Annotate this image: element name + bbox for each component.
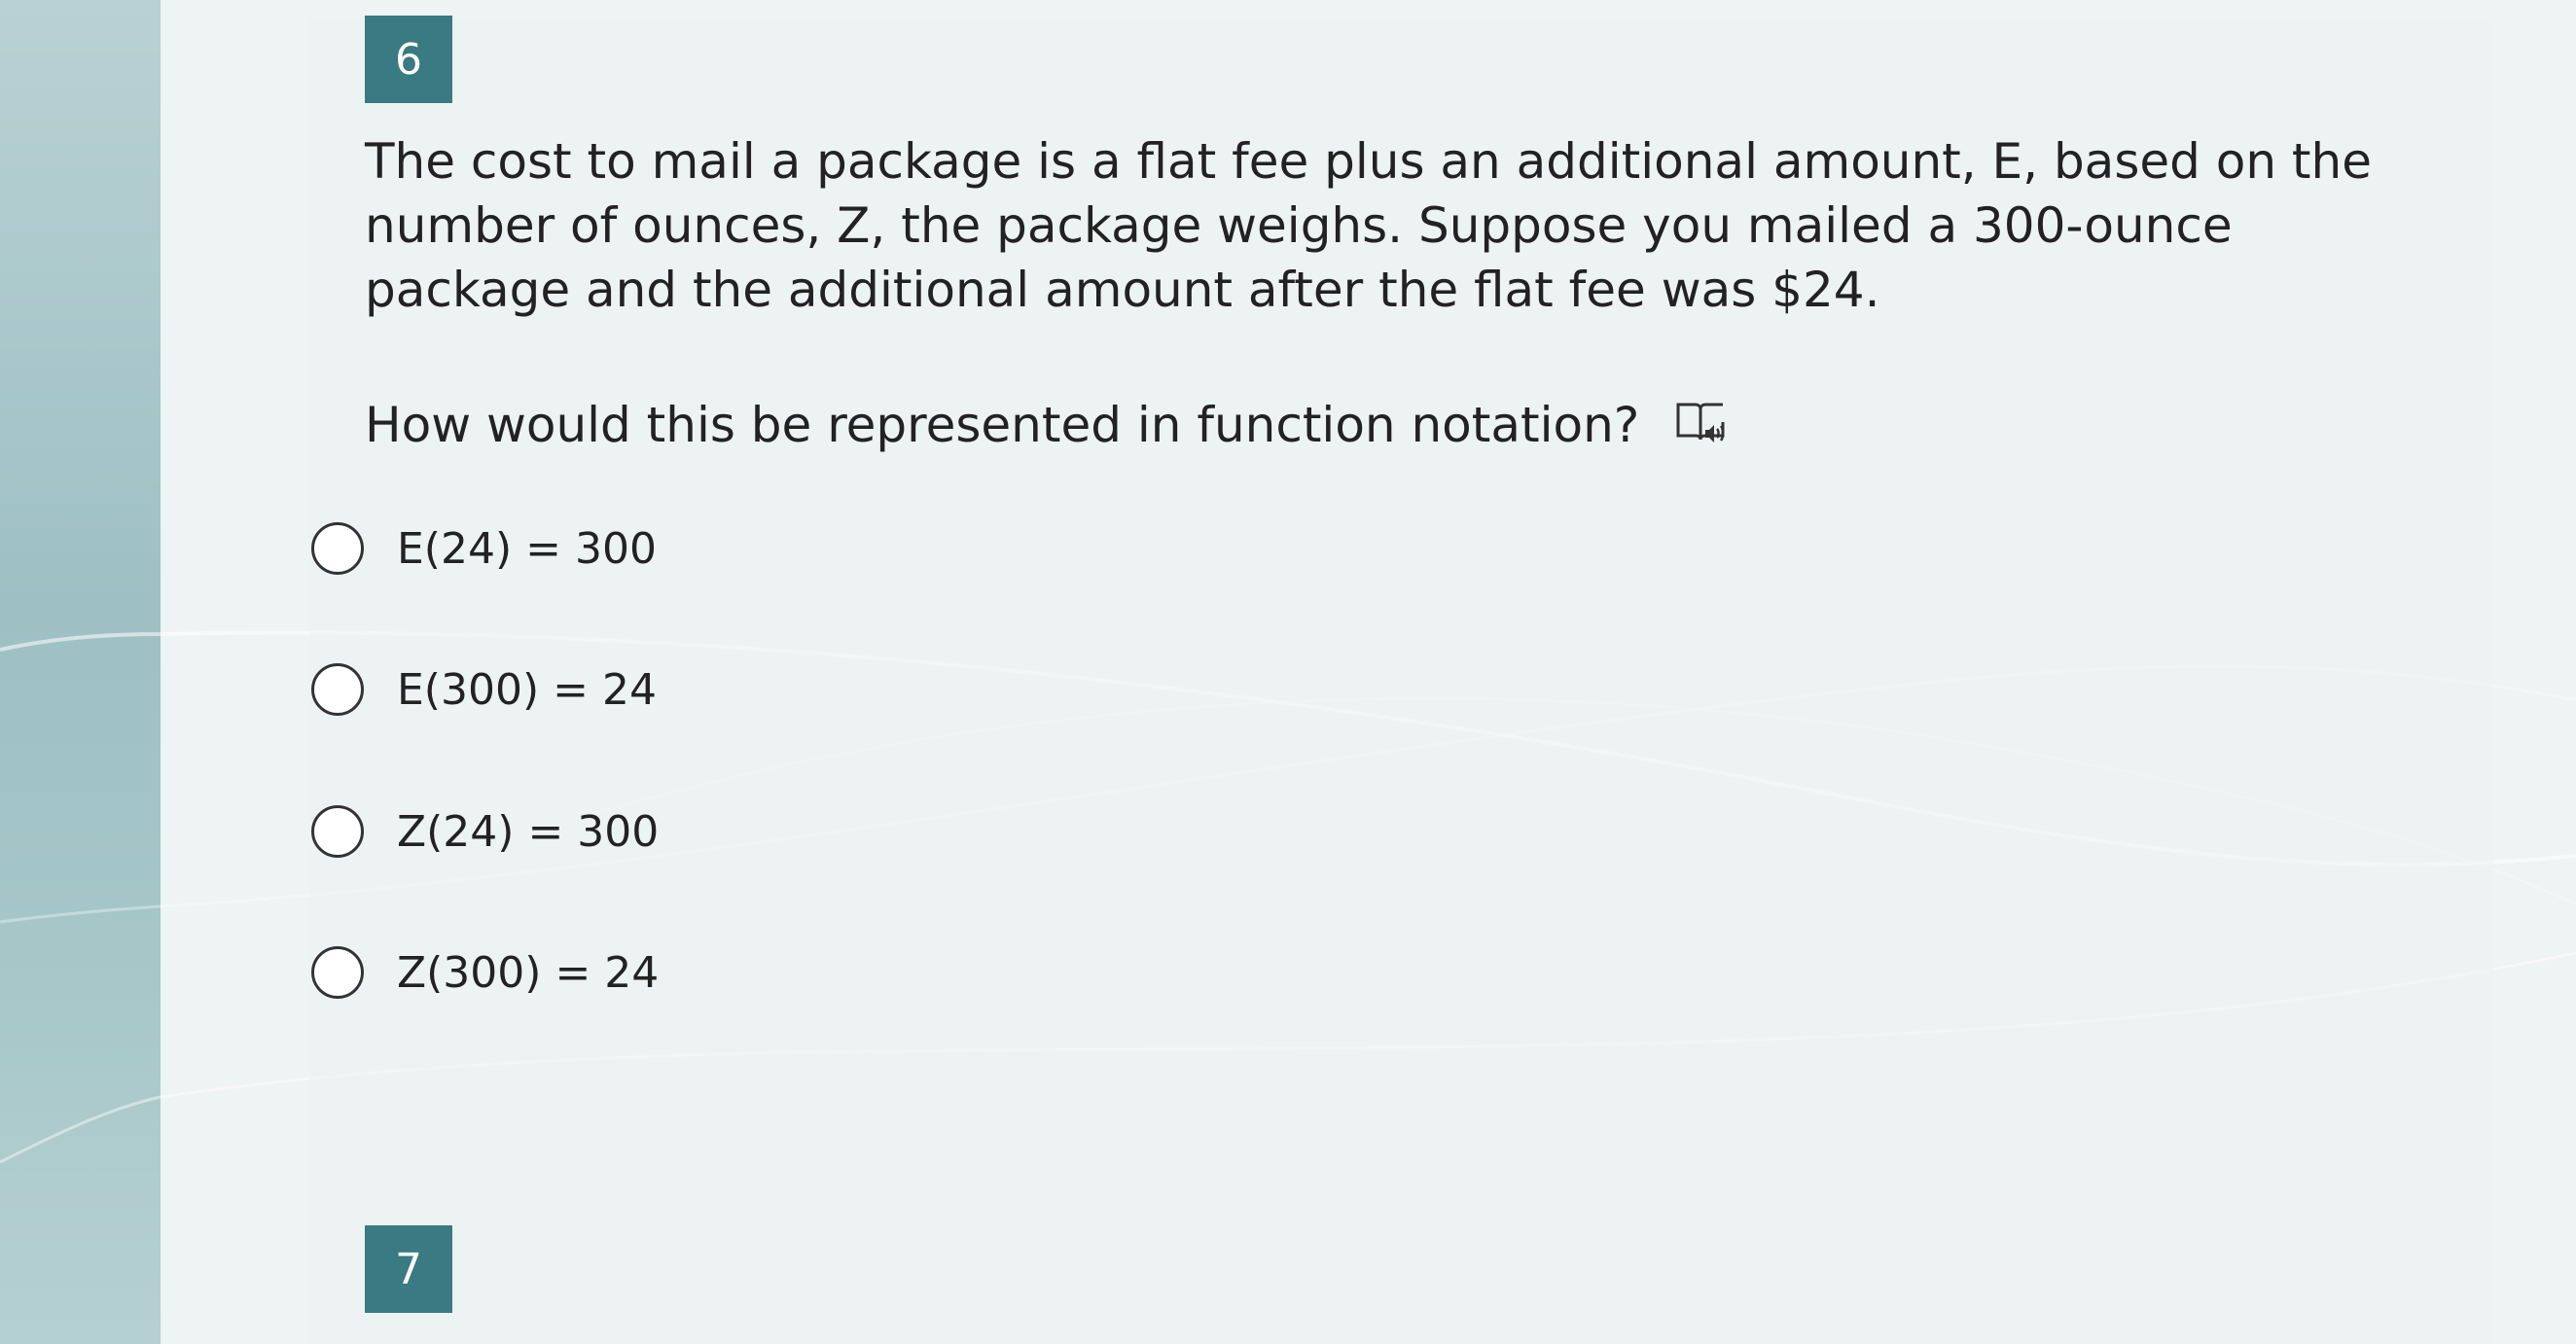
- answer-choice-b[interactable]: E(300) = 24: [311, 658, 657, 721]
- next-question-number-badge: 7: [365, 1225, 452, 1313]
- left-decorative-band: [0, 0, 161, 1344]
- answer-choice-label: E(24) = 300: [397, 523, 657, 574]
- radio-button[interactable]: [311, 522, 364, 575]
- answer-choice-label: Z(24) = 300: [397, 806, 660, 857]
- answer-choice-d[interactable]: Z(300) = 24: [311, 941, 659, 1004]
- question-number-badge: 6: [365, 16, 452, 103]
- read-aloud-icon[interactable]: [1674, 401, 1729, 449]
- radio-button[interactable]: [311, 663, 364, 716]
- question-stem: The cost to mail a package is a flat fee…: [365, 133, 2372, 318]
- answer-choice-c[interactable]: Z(24) = 300: [311, 800, 659, 863]
- answer-choice-label: Z(300) = 24: [397, 947, 660, 998]
- question-prompt-row: How would this be represented in functio…: [365, 391, 1729, 459]
- book-speaker-icon: [1676, 403, 1725, 442]
- radio-button[interactable]: [311, 805, 364, 858]
- question-prompt: How would this be represented in functio…: [365, 397, 1640, 453]
- answer-choice-a[interactable]: E(24) = 300: [311, 517, 657, 580]
- answer-choice-label: E(300) = 24: [397, 664, 657, 715]
- radio-button[interactable]: [311, 946, 364, 999]
